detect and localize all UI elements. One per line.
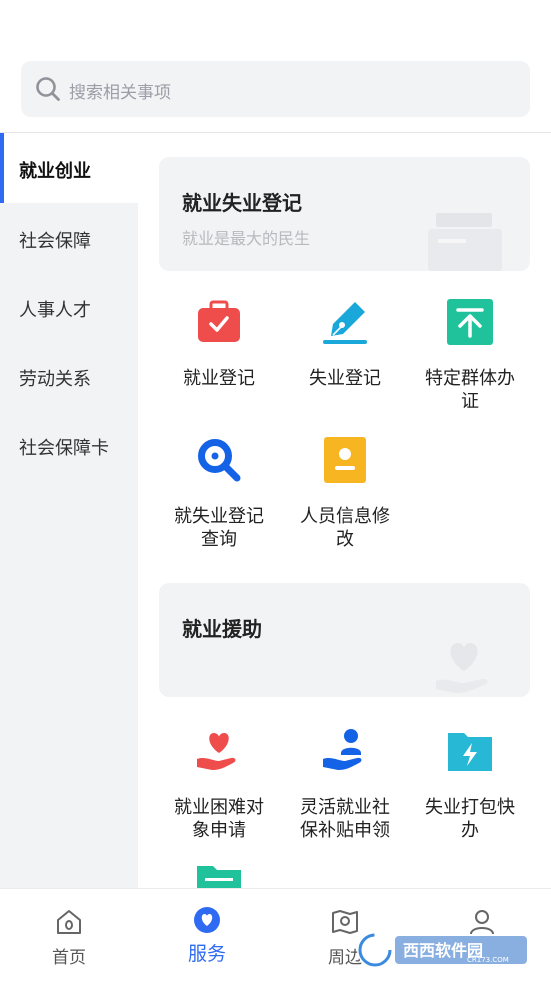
tab-home[interactable]: 首页 — [0, 889, 138, 982]
section-subtitle: 就业是最大的民生 — [182, 229, 311, 248]
search-bar[interactable]: 搜索相关事项 — [21, 61, 530, 117]
sidebar-item-label: 社会保障 — [19, 231, 91, 252]
sidebar-item-label: 劳动关系 — [19, 369, 91, 390]
heart-hand-icon — [197, 733, 236, 770]
service-label: 就失业登记查询 — [174, 506, 264, 550]
watermark-logo: 西西软件园 CR173.COM — [355, 930, 530, 970]
magnifier-icon — [198, 439, 241, 482]
sidebar-item-label: 人事人才 — [19, 300, 91, 321]
watermark-url: CR173.COM — [467, 956, 509, 964]
card-decoration-icon — [428, 213, 502, 271]
sidebar-item-labor-relations[interactable]: 劳动关系 — [0, 341, 138, 411]
card-decoration-icon — [436, 643, 488, 693]
service-label: 失业登记 — [309, 368, 381, 389]
service-label: 特定群体办证 — [425, 368, 515, 412]
home-icon — [57, 910, 81, 934]
sidebar-item-social-security[interactable]: 社会保障 — [0, 203, 138, 273]
section-title: 就业援助 — [182, 617, 262, 641]
category-sidebar: 就业创业 社会保障 人事人才 劳动关系 社会保障卡 — [0, 133, 138, 888]
upload-arrow-icon — [447, 299, 493, 345]
service-label: 就业登记 — [183, 368, 255, 389]
service-label: 就业困难对象申请 — [174, 797, 264, 841]
heart-service-icon — [194, 907, 220, 933]
section-card-employment-assistance[interactable]: 就业援助 — [159, 583, 530, 697]
tab-label: 服务 — [187, 943, 226, 965]
service-label: 失业打包快办 — [425, 797, 515, 841]
tab-services[interactable]: 服务 — [138, 889, 276, 982]
sidebar-item-employment[interactable]: 就业创业 — [0, 133, 138, 203]
tab-label: 首页 — [52, 948, 86, 968]
id-card-icon — [324, 437, 366, 483]
briefcase-check-icon — [198, 300, 240, 342]
service-label: 人员信息修改 — [300, 506, 390, 550]
section-card-employment-registration[interactable]: 就业失业登记 就业是最大的民生 — [159, 157, 530, 271]
folder-bolt-icon — [448, 733, 492, 771]
service-label: 灵活就业社保补贴申领 — [300, 797, 390, 841]
person-hand-icon — [323, 729, 362, 770]
pen-sign-icon — [323, 302, 367, 344]
search-icon — [36, 77, 60, 101]
sidebar-item-label: 社会保障卡 — [19, 438, 109, 459]
section-title: 就业失业登记 — [182, 191, 302, 215]
sidebar-item-ss-card[interactable]: 社会保障卡 — [0, 410, 138, 480]
sidebar-item-personnel[interactable]: 人事人才 — [0, 272, 138, 342]
sidebar-item-label: 就业创业 — [19, 161, 91, 182]
search-placeholder[interactable]: 搜索相关事项 — [69, 78, 171, 103]
folder-icon[interactable] — [195, 866, 243, 888]
